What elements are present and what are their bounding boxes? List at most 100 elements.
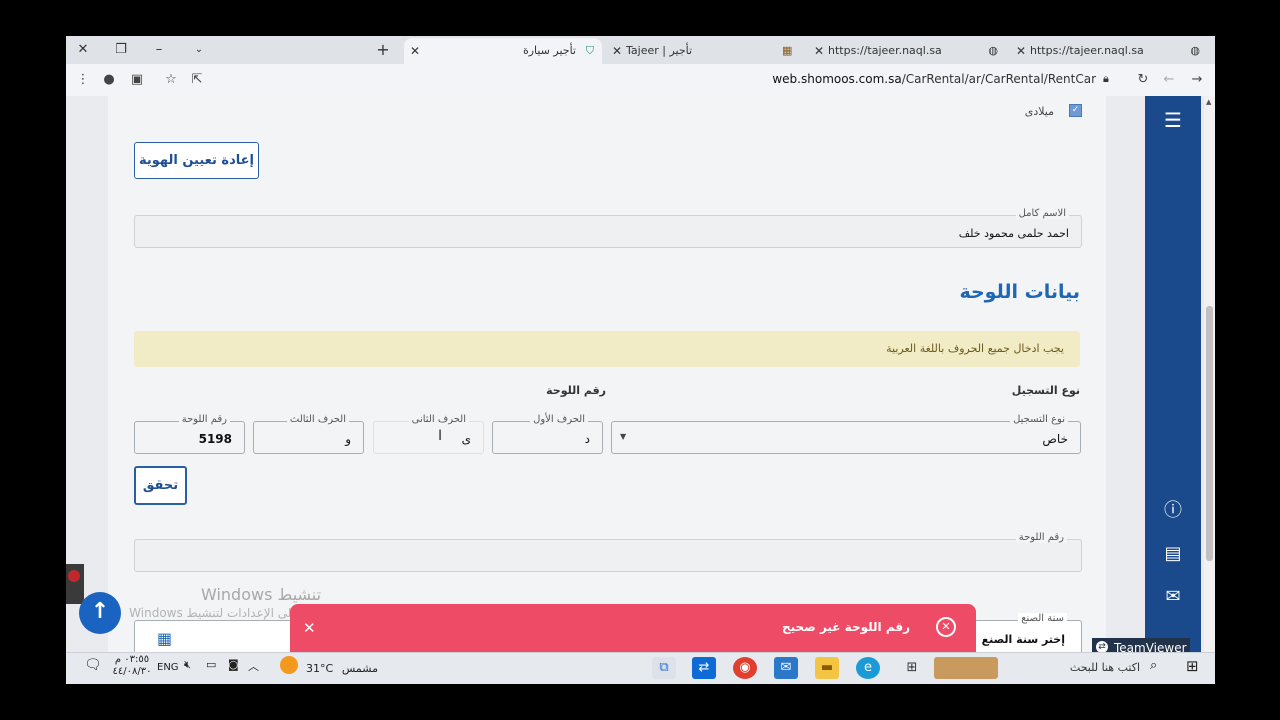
search-icon[interactable]: ⌕: [1150, 658, 1157, 673]
page-scrollbar[interactable]: ▲: [1204, 96, 1215, 652]
dropdown-caret-icon: ▼: [620, 432, 627, 441]
alert-text: يجب ادخال جميع الحروف باللغة العربية: [886, 342, 1064, 355]
language-indicator[interactable]: ENG: [157, 662, 179, 673]
lock-icon[interactable]: 🔒︎: [1103, 72, 1115, 86]
record-icon: [68, 570, 80, 582]
mail-app-icon[interactable]: ✉: [774, 657, 798, 679]
reload-icon[interactable]: ↻: [1132, 70, 1154, 90]
chrome-icon[interactable]: ◉: [733, 657, 757, 679]
camera-icon[interactable]: ◙: [228, 658, 239, 671]
plate-number-result-label: رقم اللوحة: [1015, 532, 1067, 543]
naql-logo-icon: ▦: [782, 44, 793, 57]
window-restore-icon[interactable]: ❐: [110, 40, 132, 60]
help-icon[interactable]: ⓘ: [1161, 499, 1185, 523]
registration-type-select[interactable]: نوع التسجيل خاص ▼: [611, 414, 1081, 454]
verify-button[interactable]: تحقق: [134, 466, 187, 505]
gregorian-checkbox[interactable]: ✓: [1069, 104, 1082, 117]
back-arrow-icon[interactable]: →: [1186, 70, 1208, 90]
hamburger-menu-icon[interactable]: ☰: [1161, 108, 1185, 132]
temperature[interactable]: 31°C: [306, 662, 333, 675]
tab-bar: ✕ ❐ – ⌄ + ✕ ◍ https://tajeer.naql.sa ✕ ◍…: [66, 36, 1215, 64]
second-letter-input[interactable]: الحرف الثانى ى I: [373, 414, 484, 454]
task-switch-icon[interactable]: ⊞: [900, 657, 924, 679]
tab-list-chevron-icon[interactable]: ⌄: [188, 40, 210, 60]
tray-chevron-icon[interactable]: ︿: [248, 658, 259, 674]
scroll-thumb[interactable]: [1206, 306, 1213, 561]
tab-car-rental[interactable]: ✕ ⛉ تأجير سيارة: [404, 38, 602, 64]
reset-identity-button[interactable]: إعادة تعيين الهوية: [134, 142, 259, 179]
scroll-up-icon[interactable]: ▲: [1206, 98, 1211, 106]
tab-close-icon[interactable]: ✕: [612, 38, 622, 64]
widget-thumbnail[interactable]: [934, 657, 998, 679]
network-icon[interactable]: ▭: [206, 658, 216, 671]
app-sidebar: ☰ ⓘ ▤ ✉: [1145, 96, 1201, 652]
third-letter-value: و: [345, 432, 351, 446]
gregorian-label: ميلادى: [1024, 105, 1054, 118]
plate-number-result-field: رقم اللوحة: [134, 532, 1082, 572]
url-field[interactable]: web.shomoos.com.sa/CarRental/ar/CarRenta…: [706, 72, 1096, 86]
page-content: ✓ ميلادى إعادة تعيين الهوية الاسم كامل ا…: [66, 96, 1215, 662]
scroll-to-top-button[interactable]: ↑: [79, 592, 121, 634]
tab-close-icon[interactable]: ✕: [814, 38, 824, 64]
forward-arrow-icon[interactable]: ←: [1158, 70, 1180, 90]
document-icon[interactable]: ▤: [1161, 542, 1185, 566]
weather-text[interactable]: مشمس: [338, 662, 378, 675]
edge-icon[interactable]: e: [856, 657, 880, 679]
second-letter-label: الحرف الثانى: [408, 414, 469, 425]
url-host: web.shomoos.com.sa: [772, 72, 902, 86]
full-name-value: احمد حلمى محمود خلف: [958, 227, 1069, 240]
third-letter-label: الحرف الثالث: [286, 414, 349, 425]
plate-number-heading: رقم اللوحة: [546, 384, 606, 397]
registration-type-value: خاص: [1042, 432, 1068, 446]
full-name-field[interactable]: الاسم كامل احمد حلمى محمود خلف: [134, 208, 1082, 248]
tab-tajeer-naql[interactable]: ✕ ▦ تأجير | Tajeer: [606, 38, 804, 64]
windows-activation-title: تنشيط Windows: [201, 585, 322, 604]
windows-start-icon[interactable]: ⊞: [1186, 657, 1199, 675]
plate-number-input[interactable]: رقم اللوحة 5198: [134, 414, 245, 454]
sidebar-toggle-icon[interactable]: ▣: [126, 70, 148, 90]
registration-type-heading: نوع التسجيل: [1011, 384, 1080, 397]
window-close-icon[interactable]: ✕: [72, 40, 94, 60]
arabic-letters-alert: يجب ادخال جميع الحروف باللغة العربية: [134, 331, 1080, 367]
clock-date: ٤٤/٠٨/٣٠: [112, 666, 152, 677]
plate-number-label: رقم اللوحة: [178, 414, 230, 425]
file-explorer-icon[interactable]: ▬: [815, 657, 839, 679]
window-minimize-icon[interactable]: –: [148, 40, 170, 60]
manufacture-year-label: سنة الصنع: [1018, 613, 1067, 624]
bookmark-star-icon[interactable]: ☆: [160, 70, 182, 90]
second-letter-value: ى: [461, 432, 471, 446]
share-icon[interactable]: ⇱: [186, 70, 208, 90]
toast-message: رقم اللوحة غير صحيح: [781, 620, 910, 634]
full-name-label: الاسم كامل: [1015, 208, 1069, 219]
globe-icon: ◍: [988, 44, 998, 57]
mail-icon[interactable]: ✉: [1161, 585, 1185, 609]
profile-icon[interactable]: ●: [98, 70, 120, 90]
screen: ✕ ❐ – ⌄ + ✕ ◍ https://tajeer.naql.sa ✕ ◍…: [66, 36, 1215, 684]
calendar-icon[interactable]: ▦: [157, 629, 172, 648]
tab-tajeer-2[interactable]: ✕ ◍ https://tajeer.naql.sa: [1010, 38, 1208, 64]
teamviewer-taskbar-icon[interactable]: ⇄: [692, 657, 716, 679]
globe-icon: ◍: [1190, 44, 1200, 57]
more-menu-icon[interactable]: ⋮: [72, 70, 94, 90]
taskbar-search[interactable]: اكتب هنا للبحث: [1056, 661, 1140, 674]
notification-icon[interactable]: 🗨︎: [84, 657, 102, 673]
screen-recorder-widget[interactable]: [66, 564, 84, 604]
speaker-muted-icon[interactable]: 🔇︎: [184, 658, 191, 672]
error-toast: ✕ رقم اللوحة غير صحيح ✕: [290, 604, 976, 652]
clock-time: ٠٣:٥٥ م: [114, 654, 150, 665]
task-view-icon[interactable]: ⧉: [652, 657, 676, 679]
toast-close-icon[interactable]: ✕: [303, 619, 316, 637]
first-letter-input[interactable]: الحرف الأول د: [492, 414, 603, 454]
text-cursor-icon: I: [438, 428, 443, 444]
tab-close-icon[interactable]: ✕: [410, 38, 420, 64]
clock[interactable]: ٠٣:٥٥ م ٤٤/٠٨/٣٠: [112, 654, 152, 678]
plate-number-value: 5198: [198, 432, 232, 446]
new-tab-plus-icon[interactable]: +: [372, 40, 394, 60]
registration-type-label: نوع التسجيل: [1010, 414, 1068, 425]
shield-icon: ⛉: [585, 44, 594, 57]
tab-close-icon[interactable]: ✕: [1016, 38, 1026, 64]
third-letter-input[interactable]: الحرف الثالث و: [253, 414, 364, 454]
first-letter-label: الحرف الأول: [530, 414, 588, 425]
sun-weather-icon[interactable]: [280, 656, 298, 674]
tab-tajeer-1[interactable]: ✕ ◍ https://tajeer.naql.sa: [808, 38, 1006, 64]
